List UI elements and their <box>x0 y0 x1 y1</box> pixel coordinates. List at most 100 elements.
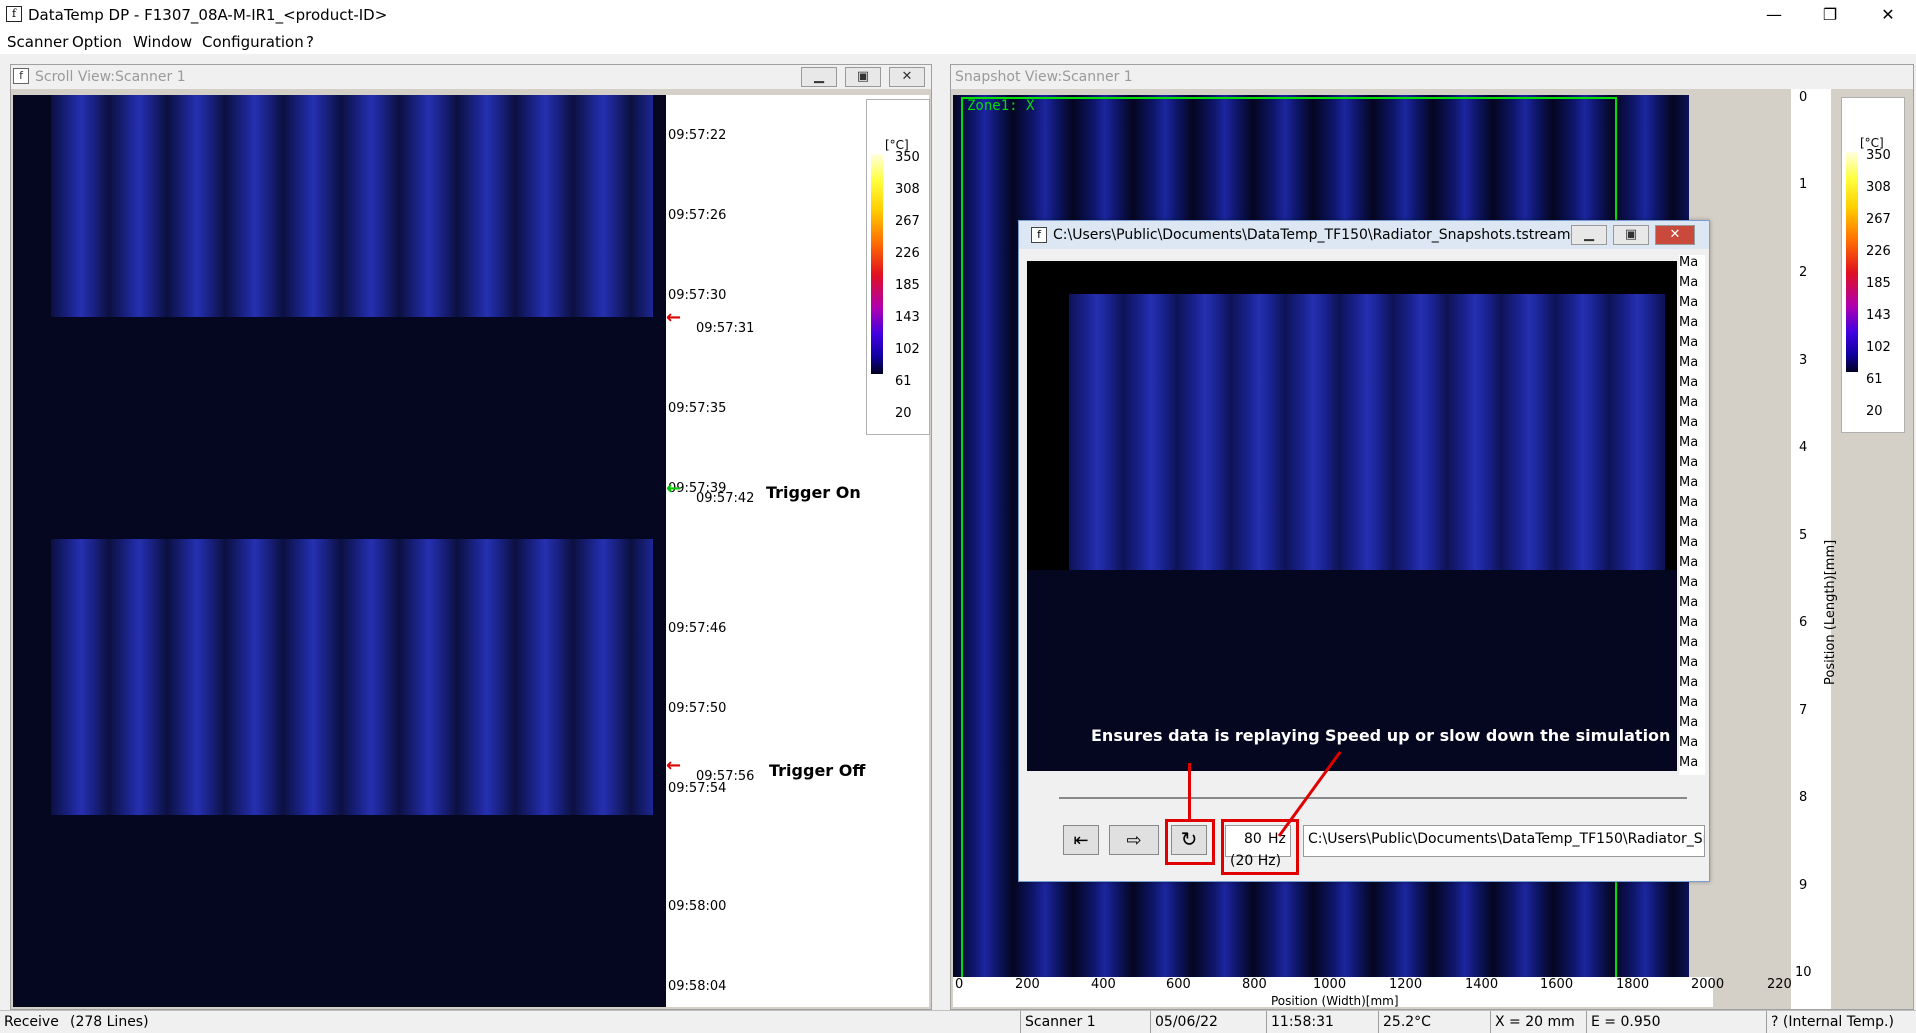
marker-time: 09:57:56 <box>696 769 755 784</box>
snapshot-color-legend: [°C] 350 308 267 226 185 143 102 61 20 <box>1841 97 1905 433</box>
y-tick: 2 <box>1799 265 1808 280</box>
status-bar: Receive (278 Lines) Scanner 1 05/06/22 1… <box>0 1010 1916 1033</box>
status-time: 11:58:31 <box>1266 1011 1378 1033</box>
x-tick: 200 <box>1015 977 1040 992</box>
window-icon: f <box>1031 227 1047 243</box>
side-list-item: Ma <box>1679 435 1699 450</box>
menu-help[interactable]: ? <box>306 33 314 51</box>
legend-tick: 102 <box>895 342 920 357</box>
x-tick: 1000 <box>1313 977 1347 992</box>
step-back-button[interactable]: ⇤ <box>1063 825 1099 855</box>
scroll-maximize-button[interactable]: ▣ <box>845 67 881 87</box>
side-list-item: Ma <box>1679 535 1699 550</box>
step-back-icon: ⇤ <box>1073 830 1089 850</box>
color-scale-bar <box>1846 152 1858 372</box>
dialog-minimize-button[interactable]: ▁ <box>1571 225 1607 245</box>
menu-scanner[interactable]: Scanner <box>7 33 68 51</box>
side-list-item: Ma <box>1679 595 1699 610</box>
maximize-button[interactable]: ❐ <box>1806 0 1854 30</box>
y-tick: 5 <box>1799 528 1808 543</box>
snapshot-view-title: Snapshot View:Scanner 1 <box>955 69 1133 85</box>
marker-time: 09:57:31 <box>696 321 755 336</box>
side-list-item: Ma <box>1679 555 1699 570</box>
replay-annotation: Ensures data is replaying <box>1091 726 1320 745</box>
scroll-minimize-button[interactable]: ▁ <box>801 67 837 87</box>
scroll-close-button[interactable]: ✕ <box>889 67 925 87</box>
file-path-field[interactable]: C:\Users\Public\Documents\DataTemp_TF150… <box>1303 825 1705 857</box>
replay-dialog: f C:\Users\Public\Documents\DataTemp_TF1… <box>1018 220 1710 882</box>
side-list-item: Ma <box>1679 675 1699 690</box>
minimize-button[interactable]: — <box>1750 0 1798 30</box>
side-list-item: Ma <box>1679 475 1699 490</box>
step-forward-button[interactable]: ⇨ <box>1109 825 1159 855</box>
side-list-item: Ma <box>1679 735 1699 750</box>
snapshot-view-titlebar: Snapshot View:Scanner 1 <box>951 65 1913 89</box>
legend-tick: 20 <box>895 406 912 421</box>
zone-label: Zone1: X <box>967 98 1035 114</box>
step-forward-icon: ⇨ <box>1126 830 1142 850</box>
status-date: 05/06/22 <box>1150 1011 1266 1033</box>
marker-arrow-icon: ← <box>666 307 682 328</box>
trigger-off-arrow-icon: ← <box>666 755 682 776</box>
side-list-item: Ma <box>1679 615 1699 630</box>
trigger-off-label: Trigger Off <box>769 761 866 780</box>
menu-bar: Scanner Option Window Configuration ? <box>0 30 1916 54</box>
side-list-item: Ma <box>1679 295 1699 310</box>
timestamp: 09:57:50 <box>668 701 727 716</box>
x-tick: 1600 <box>1540 977 1574 992</box>
legend-tick: 185 <box>1866 276 1891 291</box>
legend-tick: 350 <box>1866 148 1891 163</box>
status-x: X = 20 mm <box>1490 1011 1586 1033</box>
side-list-item: Ma <box>1679 355 1699 370</box>
side-list-item: Ma <box>1679 755 1699 770</box>
scroll-view-titlebar: f Scroll View:Scanner 1 ▁ ▣ ✕ <box>11 65 931 89</box>
y-tick: 3 <box>1799 353 1808 368</box>
file-path-text: C:\Users\Public\Documents\DataTemp_TF150… <box>1308 831 1705 847</box>
status-scanner: Scanner 1 <box>1020 1011 1150 1033</box>
timestamp: 09:57:46 <box>668 621 727 636</box>
trigger-on-label: Trigger On <box>766 483 861 502</box>
timestamp: 09:57:22 <box>668 128 727 143</box>
y-tick: 9 <box>1799 878 1808 893</box>
side-list-item: Ma <box>1679 415 1699 430</box>
marker-time: 09:57:42 <box>696 491 755 506</box>
replay-dialog-title: C:\Users\Public\Documents\DataTemp_TF150… <box>1053 227 1571 243</box>
legend-tick: 185 <box>895 278 920 293</box>
side-list-item: Ma <box>1679 455 1699 470</box>
y-tick: 1 <box>1799 177 1808 192</box>
scroll-view-title: Scroll View:Scanner 1 <box>35 69 186 85</box>
legend-tick: 308 <box>1866 180 1891 195</box>
legend-tick: 267 <box>1866 212 1891 227</box>
y-tick: 6 <box>1799 615 1808 630</box>
app-icon: f <box>6 6 22 22</box>
side-list-item: Ma <box>1679 655 1699 670</box>
x-tick: 400 <box>1091 977 1116 992</box>
app-title: DataTemp DP - F1307_08A-M-IR1_<product-I… <box>28 6 388 24</box>
menu-configuration[interactable]: Configuration <box>202 33 304 51</box>
legend-tick: 350 <box>895 150 920 165</box>
timestamp: 09:58:00 <box>668 899 727 914</box>
replay-callout-line <box>1188 763 1191 820</box>
y-tick: 8 <box>1799 790 1808 805</box>
status-temp: 25.2°C <box>1378 1011 1490 1033</box>
x-axis-label: Position (Width)[mm] <box>1271 994 1399 1008</box>
app-title-bar: f DataTemp DP - F1307_08A-M-IR1_<product… <box>0 0 1916 30</box>
progress-track[interactable] <box>1059 797 1687 799</box>
legend-tick: 308 <box>895 182 920 197</box>
menu-option[interactable]: Option <box>72 33 122 51</box>
scroll-view-window: f Scroll View:Scanner 1 ▁ ▣ ✕ 09:57:22 0… <box>10 64 932 1010</box>
legend-tick: 143 <box>895 310 920 325</box>
status-receive: Receive <box>4 1014 59 1030</box>
timestamp: 09:57:30 <box>668 288 727 303</box>
menu-window[interactable]: Window <box>133 33 192 51</box>
replay-image[interactable] <box>1027 261 1677 771</box>
dialog-maximize-button[interactable]: ▣ <box>1613 225 1649 245</box>
legend-tick: 102 <box>1866 340 1891 355</box>
close-button[interactable]: ✕ <box>1864 0 1912 30</box>
status-lines: (278 Lines) <box>70 1014 149 1030</box>
scroll-thermal-image[interactable] <box>13 95 666 1007</box>
dialog-close-button[interactable]: ✕ <box>1655 225 1695 245</box>
side-list-item: Ma <box>1679 575 1699 590</box>
y-tick: 7 <box>1799 703 1808 718</box>
side-list-item: Ma <box>1679 635 1699 650</box>
